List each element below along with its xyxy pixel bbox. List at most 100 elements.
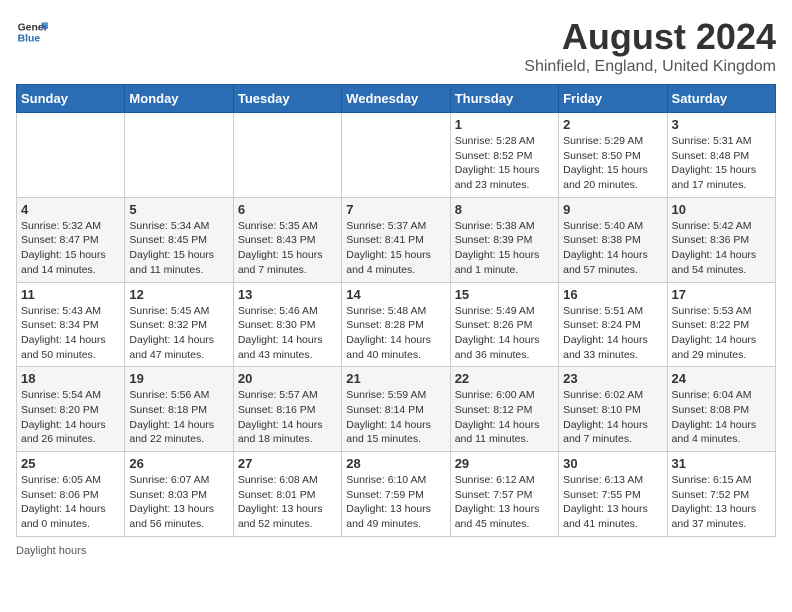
calendar-cell-w5-d7: 31Sunrise: 6:15 AMSunset: 7:52 PMDayligh…: [667, 452, 775, 537]
day-number: 15: [455, 287, 554, 302]
calendar-cell-w5-d4: 28 Sunrise: 6:10 AMSunset: 7:59 PMDayligh…: [342, 452, 450, 537]
day-number: 28: [346, 456, 445, 471]
day-info: Sunrise: 5:37 AMSunset: 8:41 PMDaylight:…: [346, 219, 445, 278]
day-info: Sunrise: 5:35 AMSunset: 8:43 PMDaylight:…: [238, 219, 337, 278]
calendar-cell-w4-d7: 24 Sunrise: 6:04 AMSunset: 8:08 PMDayligh…: [667, 367, 775, 452]
day-number: 21: [346, 371, 445, 386]
calendar-cell-w1-d7: 3Sunrise: 5:31 AMSunset: 8:48 PMDaylight…: [667, 113, 775, 198]
day-info: Sunrise: 5:28 AMSunset: 8:52 PMDaylight:…: [455, 134, 554, 193]
day-info: Sunrise: 6:00 AMSunset: 8:12 PMDaylight:…: [455, 388, 554, 447]
day-info: Sunrise: 6:10 AMSunset: 7:59 PMDaylight:…: [346, 473, 445, 532]
day-number: 13: [238, 287, 337, 302]
day-info: Sunrise: 5:42 AMSunset: 8:36 PMDaylight:…: [672, 219, 771, 278]
day-info: Sunrise: 5:56 AMSunset: 8:18 PMDaylight:…: [129, 388, 228, 447]
calendar-cell-w4-d2: 19 Sunrise: 5:56 AMSunset: 8:18 PMDayligh…: [125, 367, 233, 452]
day-info: Sunrise: 5:51 AMSunset: 8:24 PMDaylight:…: [563, 304, 662, 363]
day-info: Sunrise: 5:40 AMSunset: 8:38 PMDaylight:…: [563, 219, 662, 278]
day-info: Sunrise: 5:31 AMSunset: 8:48 PMDaylight:…: [672, 134, 771, 193]
calendar-cell-w3-d1: 11 Sunrise: 5:43 AMSunset: 8:34 PMDayligh…: [17, 282, 125, 367]
header-day-monday: Monday: [125, 85, 233, 113]
day-info: Sunrise: 6:02 AMSunset: 8:10 PMDaylight:…: [563, 388, 662, 447]
day-number: 4: [21, 202, 120, 217]
header-day-thursday: Thursday: [450, 85, 558, 113]
day-info: Sunrise: 6:07 AMSunset: 8:03 PMDaylight:…: [129, 473, 228, 532]
day-info: Sunrise: 5:38 AMSunset: 8:39 PMDaylight:…: [455, 219, 554, 278]
day-number: 14: [346, 287, 445, 302]
svg-text:Blue: Blue: [18, 34, 41, 45]
day-number: 19: [129, 371, 228, 386]
title-area: August 2024 Shinfield, England, United K…: [524, 16, 776, 76]
calendar-cell-w2-d7: 10 Sunrise: 5:42 AMSunset: 8:36 PMDayligh…: [667, 197, 775, 282]
calendar-cell-w4-d6: 23 Sunrise: 6:02 AMSunset: 8:10 PMDayligh…: [559, 367, 667, 452]
header-day-wednesday: Wednesday: [342, 85, 450, 113]
calendar-cell-w3-d7: 17 Sunrise: 5:53 AMSunset: 8:22 PMDayligh…: [667, 282, 775, 367]
subtitle: Shinfield, England, United Kingdom: [524, 58, 776, 76]
day-number: 26: [129, 456, 228, 471]
day-info: Sunrise: 5:54 AMSunset: 8:20 PMDaylight:…: [21, 388, 120, 447]
day-info: Sunrise: 6:12 AMSunset: 7:57 PMDaylight:…: [455, 473, 554, 532]
calendar-cell-w5-d3: 27 Sunrise: 6:08 AMSunset: 8:01 PMDayligh…: [233, 452, 341, 537]
calendar-header-row: SundayMondayTuesdayWednesdayThursdayFrid…: [17, 85, 776, 113]
calendar-week-5: 25Sunrise: 6:05 AMSunset: 8:06 PMDayligh…: [17, 452, 776, 537]
day-info: Sunrise: 5:49 AMSunset: 8:26 PMDaylight:…: [455, 304, 554, 363]
calendar-cell-w3-d2: 12Sunrise: 5:45 AMSunset: 8:32 PMDayligh…: [125, 282, 233, 367]
day-number: 11: [21, 287, 120, 302]
calendar-week-1: 1Sunrise: 5:28 AMSunset: 8:52 PMDaylight…: [17, 113, 776, 198]
header-day-sunday: Sunday: [17, 85, 125, 113]
day-number: 23: [563, 371, 662, 386]
day-info: Sunrise: 6:15 AMSunset: 7:52 PMDaylight:…: [672, 473, 771, 532]
calendar-cell-w2-d6: 9 Sunrise: 5:40 AMSunset: 8:38 PMDaylight…: [559, 197, 667, 282]
calendar-cell-w2-d5: 8 Sunrise: 5:38 AMSunset: 8:39 PMDaylight…: [450, 197, 558, 282]
calendar-week-3: 11 Sunrise: 5:43 AMSunset: 8:34 PMDayligh…: [17, 282, 776, 367]
day-info: Sunrise: 5:59 AMSunset: 8:14 PMDaylight:…: [346, 388, 445, 447]
day-number: 29: [455, 456, 554, 471]
day-number: 10: [672, 202, 771, 217]
calendar-cell-w4-d4: 21 Sunrise: 5:59 AMSunset: 8:14 PMDayligh…: [342, 367, 450, 452]
day-info: Sunrise: 5:32 AMSunset: 8:47 PMDaylight:…: [21, 219, 120, 278]
day-info: Sunrise: 5:53 AMSunset: 8:22 PMDaylight:…: [672, 304, 771, 363]
calendar-cell-w1-d3: [233, 113, 341, 198]
day-number: 7: [346, 202, 445, 217]
day-info: Sunrise: 6:08 AMSunset: 8:01 PMDaylight:…: [238, 473, 337, 532]
calendar-week-4: 18 Sunrise: 5:54 AMSunset: 8:20 PMDayligh…: [17, 367, 776, 452]
day-info: Sunrise: 5:57 AMSunset: 8:16 PMDaylight:…: [238, 388, 337, 447]
day-number: 17: [672, 287, 771, 302]
header-day-tuesday: Tuesday: [233, 85, 341, 113]
calendar-cell-w1-d2: [125, 113, 233, 198]
day-info: Sunrise: 5:48 AMSunset: 8:28 PMDaylight:…: [346, 304, 445, 363]
calendar-week-2: 4 Sunrise: 5:32 AMSunset: 8:47 PMDaylight…: [17, 197, 776, 282]
day-number: 25: [21, 456, 120, 471]
calendar-cell-w1-d4: [342, 113, 450, 198]
day-number: 16: [563, 287, 662, 302]
calendar-cell-w4-d1: 18 Sunrise: 5:54 AMSunset: 8:20 PMDayligh…: [17, 367, 125, 452]
calendar-cell-w4-d3: 20Sunrise: 5:57 AMSunset: 8:16 PMDayligh…: [233, 367, 341, 452]
calendar-cell-w3-d3: 13 Sunrise: 5:46 AMSunset: 8:30 PMDayligh…: [233, 282, 341, 367]
day-number: 6: [238, 202, 337, 217]
calendar-cell-w3-d4: 14 Sunrise: 5:48 AMSunset: 8:28 PMDayligh…: [342, 282, 450, 367]
day-info: Sunrise: 5:43 AMSunset: 8:34 PMDaylight:…: [21, 304, 120, 363]
calendar-cell-w2-d1: 4 Sunrise: 5:32 AMSunset: 8:47 PMDaylight…: [17, 197, 125, 282]
calendar-cell-w1-d6: 2Sunrise: 5:29 AMSunset: 8:50 PMDaylight…: [559, 113, 667, 198]
header-day-saturday: Saturday: [667, 85, 775, 113]
logo-icon: General Blue: [16, 16, 48, 48]
day-number: 27: [238, 456, 337, 471]
day-number: 5: [129, 202, 228, 217]
calendar-cell-w1-d5: 1Sunrise: 5:28 AMSunset: 8:52 PMDaylight…: [450, 113, 558, 198]
calendar-cell-w3-d6: 16 Sunrise: 5:51 AMSunset: 8:24 PMDayligh…: [559, 282, 667, 367]
calendar-cell-w5-d5: 29 Sunrise: 6:12 AMSunset: 7:57 PMDayligh…: [450, 452, 558, 537]
day-info: Sunrise: 5:46 AMSunset: 8:30 PMDaylight:…: [238, 304, 337, 363]
day-number: 2: [563, 117, 662, 132]
day-info: Sunrise: 6:04 AMSunset: 8:08 PMDaylight:…: [672, 388, 771, 447]
calendar-cell-w1-d1: [17, 113, 125, 198]
day-info: Sunrise: 6:13 AMSunset: 7:55 PMDaylight:…: [563, 473, 662, 532]
day-number: 9: [563, 202, 662, 217]
day-number: 24: [672, 371, 771, 386]
calendar-cell-w4-d5: 22Sunrise: 6:00 AMSunset: 8:12 PMDayligh…: [450, 367, 558, 452]
calendar-cell-w3-d5: 15 Sunrise: 5:49 AMSunset: 8:26 PMDayligh…: [450, 282, 558, 367]
calendar-cell-w5-d6: 30 Sunrise: 6:13 AMSunset: 7:55 PMDayligh…: [559, 452, 667, 537]
header-day-friday: Friday: [559, 85, 667, 113]
day-number: 30: [563, 456, 662, 471]
day-number: 18: [21, 371, 120, 386]
calendar-cell-w2-d2: 5Sunrise: 5:34 AMSunset: 8:45 PMDaylight…: [125, 197, 233, 282]
day-number: 8: [455, 202, 554, 217]
